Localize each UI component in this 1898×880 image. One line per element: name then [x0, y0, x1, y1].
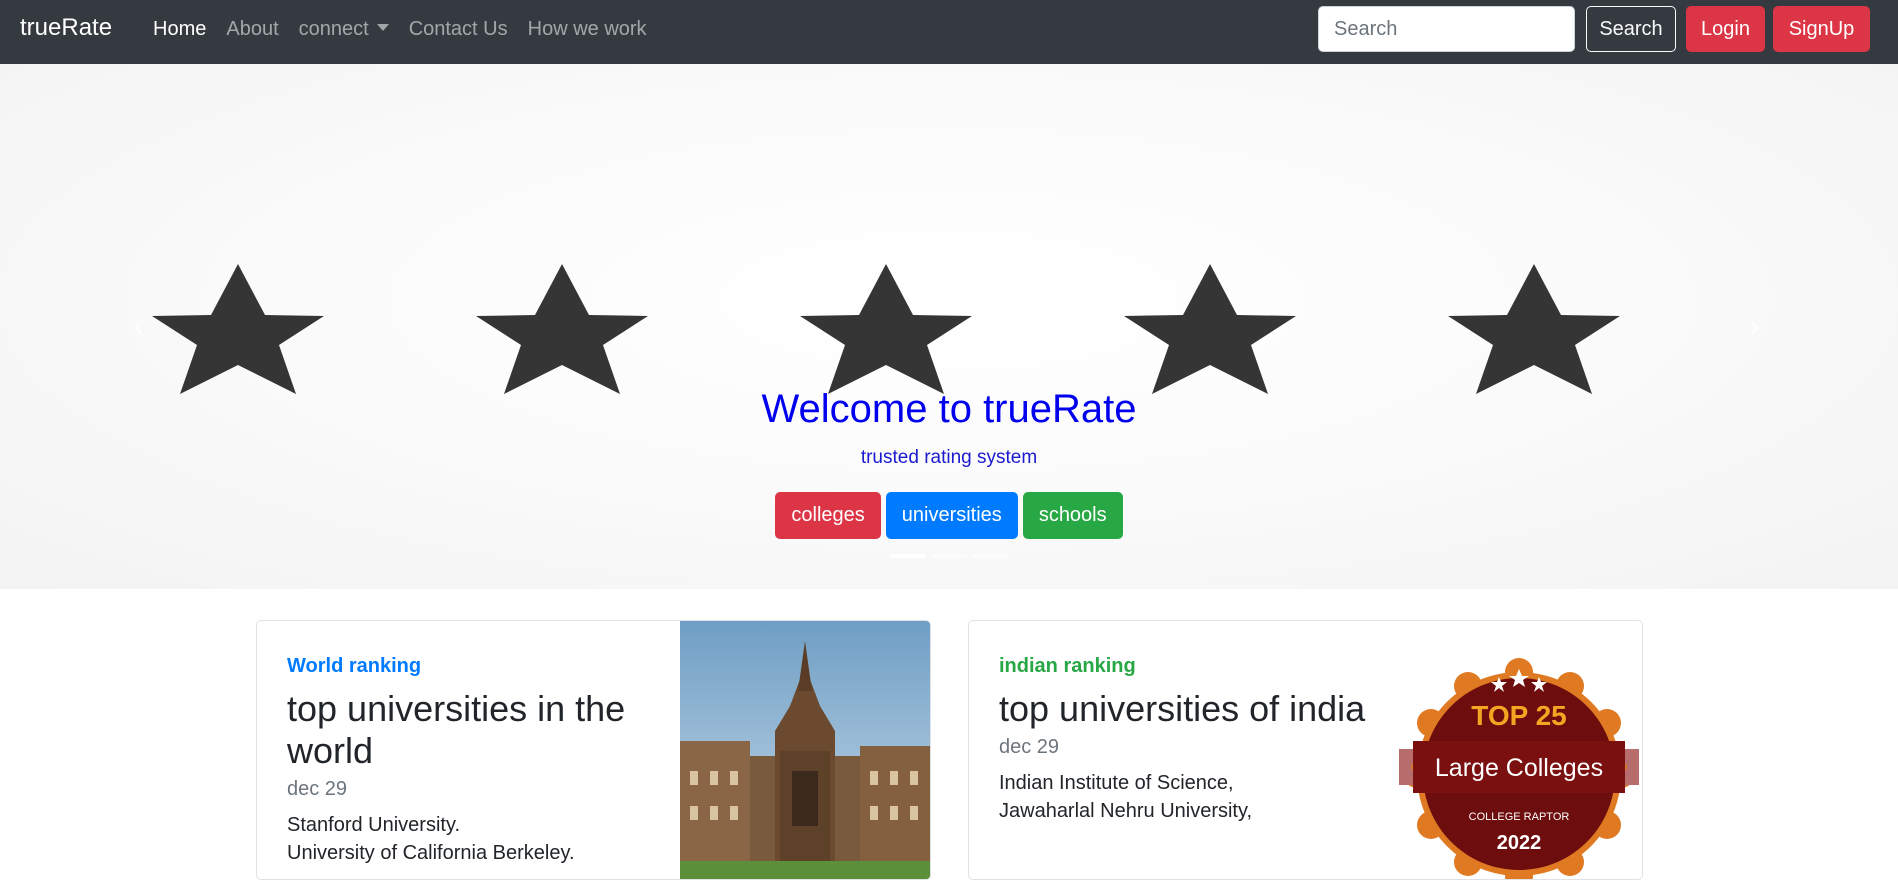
card-category: World ranking: [287, 655, 422, 677]
nav-contact[interactable]: Contact Us: [399, 18, 518, 41]
badge-org-text: COLLEGE RAPTOR: [1469, 811, 1570, 823]
carousel-indicators: [0, 554, 1898, 558]
carousel-indicator-3[interactable]: [973, 554, 1009, 558]
card-line-2: University of California Berkeley.: [287, 842, 575, 864]
card-date: dec 29: [287, 778, 348, 800]
carousel-indicator-1[interactable]: [889, 554, 925, 558]
star-icon: [800, 264, 972, 394]
badge-top-text: TOP 25: [1471, 700, 1566, 731]
card-title: top universities in the world: [287, 688, 626, 771]
college-raptor-badge-image: TOP 25 Large Colleges COLLEGE RAPTOR 202…: [1399, 658, 1639, 879]
hero-buttons: colleges universities schools: [0, 492, 1898, 539]
badge-year-text: 2022: [1497, 832, 1542, 854]
card-line-2: Jawaharlal Nehru University,: [999, 800, 1253, 822]
card-line-1: Indian Institute of Science,: [999, 772, 1234, 794]
schools-button[interactable]: schools: [1022, 492, 1123, 539]
colleges-button[interactable]: colleges: [775, 492, 881, 539]
nav-how-we-work[interactable]: How we work: [518, 18, 657, 41]
carousel-indicator-2[interactable]: [931, 554, 967, 558]
nav-about[interactable]: About: [216, 18, 288, 41]
nav-home[interactable]: Home: [143, 18, 216, 41]
badge-main-text: Large Colleges: [1435, 754, 1603, 782]
carousel-prev-icon[interactable]: ‹: [133, 309, 144, 343]
star-icon: [1124, 264, 1296, 394]
carousel-next-icon[interactable]: ›: [1748, 309, 1759, 343]
card-category: indian ranking: [999, 655, 1136, 677]
navbar: trueRate Home About connect Contact Us H…: [0, 0, 1898, 64]
star-icon: [1448, 264, 1620, 394]
nav-connect-label: connect: [298, 18, 369, 40]
signup-button[interactable]: SignUp: [1773, 6, 1870, 52]
chevron-down-icon: [376, 24, 389, 31]
hero-title: Welcome to trueRate: [761, 387, 1137, 431]
login-button[interactable]: Login: [1686, 6, 1765, 52]
universities-button[interactable]: universities: [885, 492, 1018, 539]
search-button[interactable]: Search: [1586, 6, 1676, 52]
card-body: World ranking top universities in the wo…: [287, 655, 687, 867]
nav-connect-dropdown[interactable]: connect: [289, 18, 399, 41]
card-title: top universities of india: [999, 688, 1366, 729]
card-world-ranking: World ranking top universities in the wo…: [256, 620, 931, 880]
card-line-1: Stanford University.: [287, 814, 461, 836]
brand-logo[interactable]: trueRate: [20, 14, 112, 42]
search-input[interactable]: [1318, 6, 1575, 52]
university-building-image: [680, 621, 930, 879]
hero-carousel: ‹ › Welcome to trueRate trusted rating s…: [0, 64, 1898, 589]
star-icon: [152, 264, 324, 394]
hero-subtitle: trusted rating system: [860, 447, 1038, 468]
card-body: indian ranking top universities of india…: [999, 655, 1399, 825]
card-indian-ranking: indian ranking top universities of india…: [968, 620, 1643, 880]
five-star-rating-image: [152, 264, 1620, 394]
card-date: dec 29: [999, 736, 1060, 758]
nav-links: Home About connect Contact Us How we wor…: [143, 18, 657, 41]
star-icon: [476, 264, 648, 394]
